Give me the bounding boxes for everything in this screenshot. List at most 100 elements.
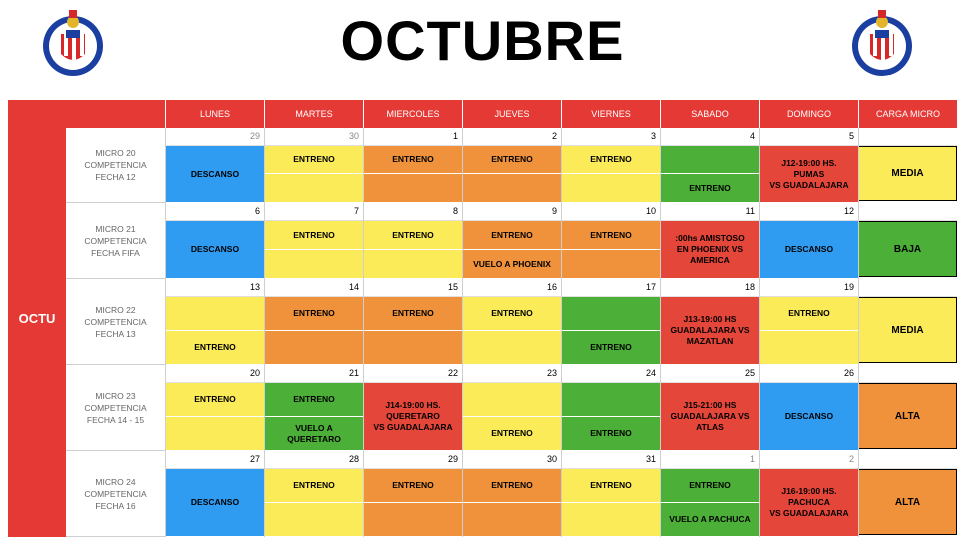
activity-cell-bottom: VUELO A PHOENIX [462, 250, 561, 279]
activity-cell-bottom [759, 331, 858, 365]
activity-cell: J13-19:00 HS GUADALAJARA VS MAZATLAN [660, 297, 759, 365]
day-number: 2 [462, 128, 561, 146]
day-number: 13 [165, 279, 264, 297]
activity-cell-top [660, 146, 759, 174]
day-number: 5 [759, 128, 858, 146]
activity-cell-bottom [363, 503, 462, 537]
activity-cell-bottom [264, 503, 363, 537]
week-label: MICRO 22 COMPETENCIA FECHA 13 [66, 279, 165, 365]
day-header: DOMINGO [759, 100, 858, 128]
day-number: 22 [363, 365, 462, 383]
activity-cell-bottom [363, 174, 462, 203]
carga-micro-cell: ALTA [858, 469, 957, 535]
activity-cell-bottom [264, 250, 363, 279]
activity-cell-bottom: ENTRENO [561, 417, 660, 451]
page-title: OCTUBRE [340, 9, 625, 72]
day-number: 25 [660, 365, 759, 383]
activity-cell: DESCANSO [165, 221, 264, 279]
carga-micro-cell: BAJA [858, 221, 957, 277]
day-number: 23 [462, 365, 561, 383]
day-number: 3 [561, 128, 660, 146]
carga-micro-cell: MEDIA [858, 146, 957, 201]
activity-cell-bottom [462, 331, 561, 365]
day-header: SABADO [660, 100, 759, 128]
day-header: CARGA MICRO [858, 100, 957, 128]
day-header: VIERNES [561, 100, 660, 128]
activity-cell: J15-21:00 HS GUADALAJARA VS ATLAS [660, 383, 759, 451]
activity-cell-bottom [561, 250, 660, 279]
activity-cell-top: ENTRENO [264, 221, 363, 250]
day-number: 15 [363, 279, 462, 297]
activity-cell-top: ENTRENO [759, 297, 858, 331]
carga-micro-cell: MEDIA [858, 297, 957, 363]
day-number: 21 [264, 365, 363, 383]
week-label: MICRO 20 COMPETENCIA FECHA 12 [66, 128, 165, 203]
day-number: 24 [561, 365, 660, 383]
activity-cell-top: ENTRENO [165, 383, 264, 417]
day-number: 1 [363, 128, 462, 146]
header-corner [66, 100, 165, 128]
activity-cell-bottom [561, 174, 660, 203]
activity-cell-bottom: ENTRENO [660, 174, 759, 203]
activity-cell-top: ENTRENO [561, 469, 660, 503]
day-number: 30 [264, 128, 363, 146]
activity-cell: DESCANSO [759, 383, 858, 451]
day-number: 7 [264, 203, 363, 221]
activity-cell-bottom [462, 503, 561, 537]
activity-cell-bottom [363, 250, 462, 279]
activity-cell: J16-19:00 HS. PACHUCA VS GUADALAJARA [759, 469, 858, 537]
day-number: 9 [462, 203, 561, 221]
activity-cell-top [165, 297, 264, 331]
activity-cell-top: ENTRENO [462, 221, 561, 250]
day-header: MIERCOLES [363, 100, 462, 128]
grid-divider [462, 128, 463, 537]
activity-cell-top: ENTRENO [561, 221, 660, 250]
week-label: MICRO 21 COMPETENCIA FECHA FIFA [66, 203, 165, 279]
activity-cell-top: ENTRENO [462, 297, 561, 331]
day-header: MARTES [264, 100, 363, 128]
activity-cell-top [462, 383, 561, 417]
grid-divider [660, 128, 661, 537]
day-number: 1 [660, 451, 759, 469]
day-number: 16 [462, 279, 561, 297]
activity-cell: J14-19:00 HS. QUERETARO VS GUADALAJARA [363, 383, 462, 451]
day-number: 14 [264, 279, 363, 297]
day-number: 27 [165, 451, 264, 469]
day-number: 28 [264, 451, 363, 469]
activity-cell-top: ENTRENO [264, 383, 363, 417]
activity-cell-bottom: VUELO A PACHUCA [660, 503, 759, 537]
day-number: 11 [660, 203, 759, 221]
carga-spacer [858, 451, 957, 469]
activity-cell: J12-19:00 HS. PUMAS VS GUADALAJARA [759, 146, 858, 203]
carga-spacer [858, 365, 957, 383]
activity-cell-bottom [264, 331, 363, 365]
activity-cell-top: ENTRENO [363, 221, 462, 250]
activity-cell-bottom: ENTRENO [462, 417, 561, 451]
club-crest-logo [43, 10, 103, 76]
activity-cell-top: ENTRENO [561, 146, 660, 174]
activity-cell-bottom: ENTRENO [561, 331, 660, 365]
activity-cell-top: ENTRENO [660, 469, 759, 503]
activity-cell-top [561, 383, 660, 417]
carga-spacer [858, 128, 957, 146]
day-number: 8 [363, 203, 462, 221]
club-crest-logo [852, 10, 912, 76]
activity-cell-top: ENTRENO [462, 469, 561, 503]
day-number: 31 [561, 451, 660, 469]
activity-cell-bottom: VUELO A QUERETARO [264, 417, 363, 451]
day-number: 10 [561, 203, 660, 221]
grid-divider [858, 128, 859, 537]
carga-micro-cell: ALTA [858, 383, 957, 449]
grid-divider [264, 128, 265, 537]
day-number: 4 [660, 128, 759, 146]
week-label: MICRO 24 COMPETENCIA FECHA 16 [66, 451, 165, 537]
activity-cell-top: ENTRENO [363, 297, 462, 331]
day-number: 19 [759, 279, 858, 297]
grid-divider [759, 128, 760, 537]
activity-cell-top: ENTRENO [462, 146, 561, 174]
activity-cell: :00hs AMISTOSO EN PHOENIX VS AMERICA [660, 221, 759, 279]
day-number: 18 [660, 279, 759, 297]
activity-cell-top: ENTRENO [264, 469, 363, 503]
activity-cell: DESCANSO [165, 469, 264, 537]
activity-cell-bottom [165, 417, 264, 451]
